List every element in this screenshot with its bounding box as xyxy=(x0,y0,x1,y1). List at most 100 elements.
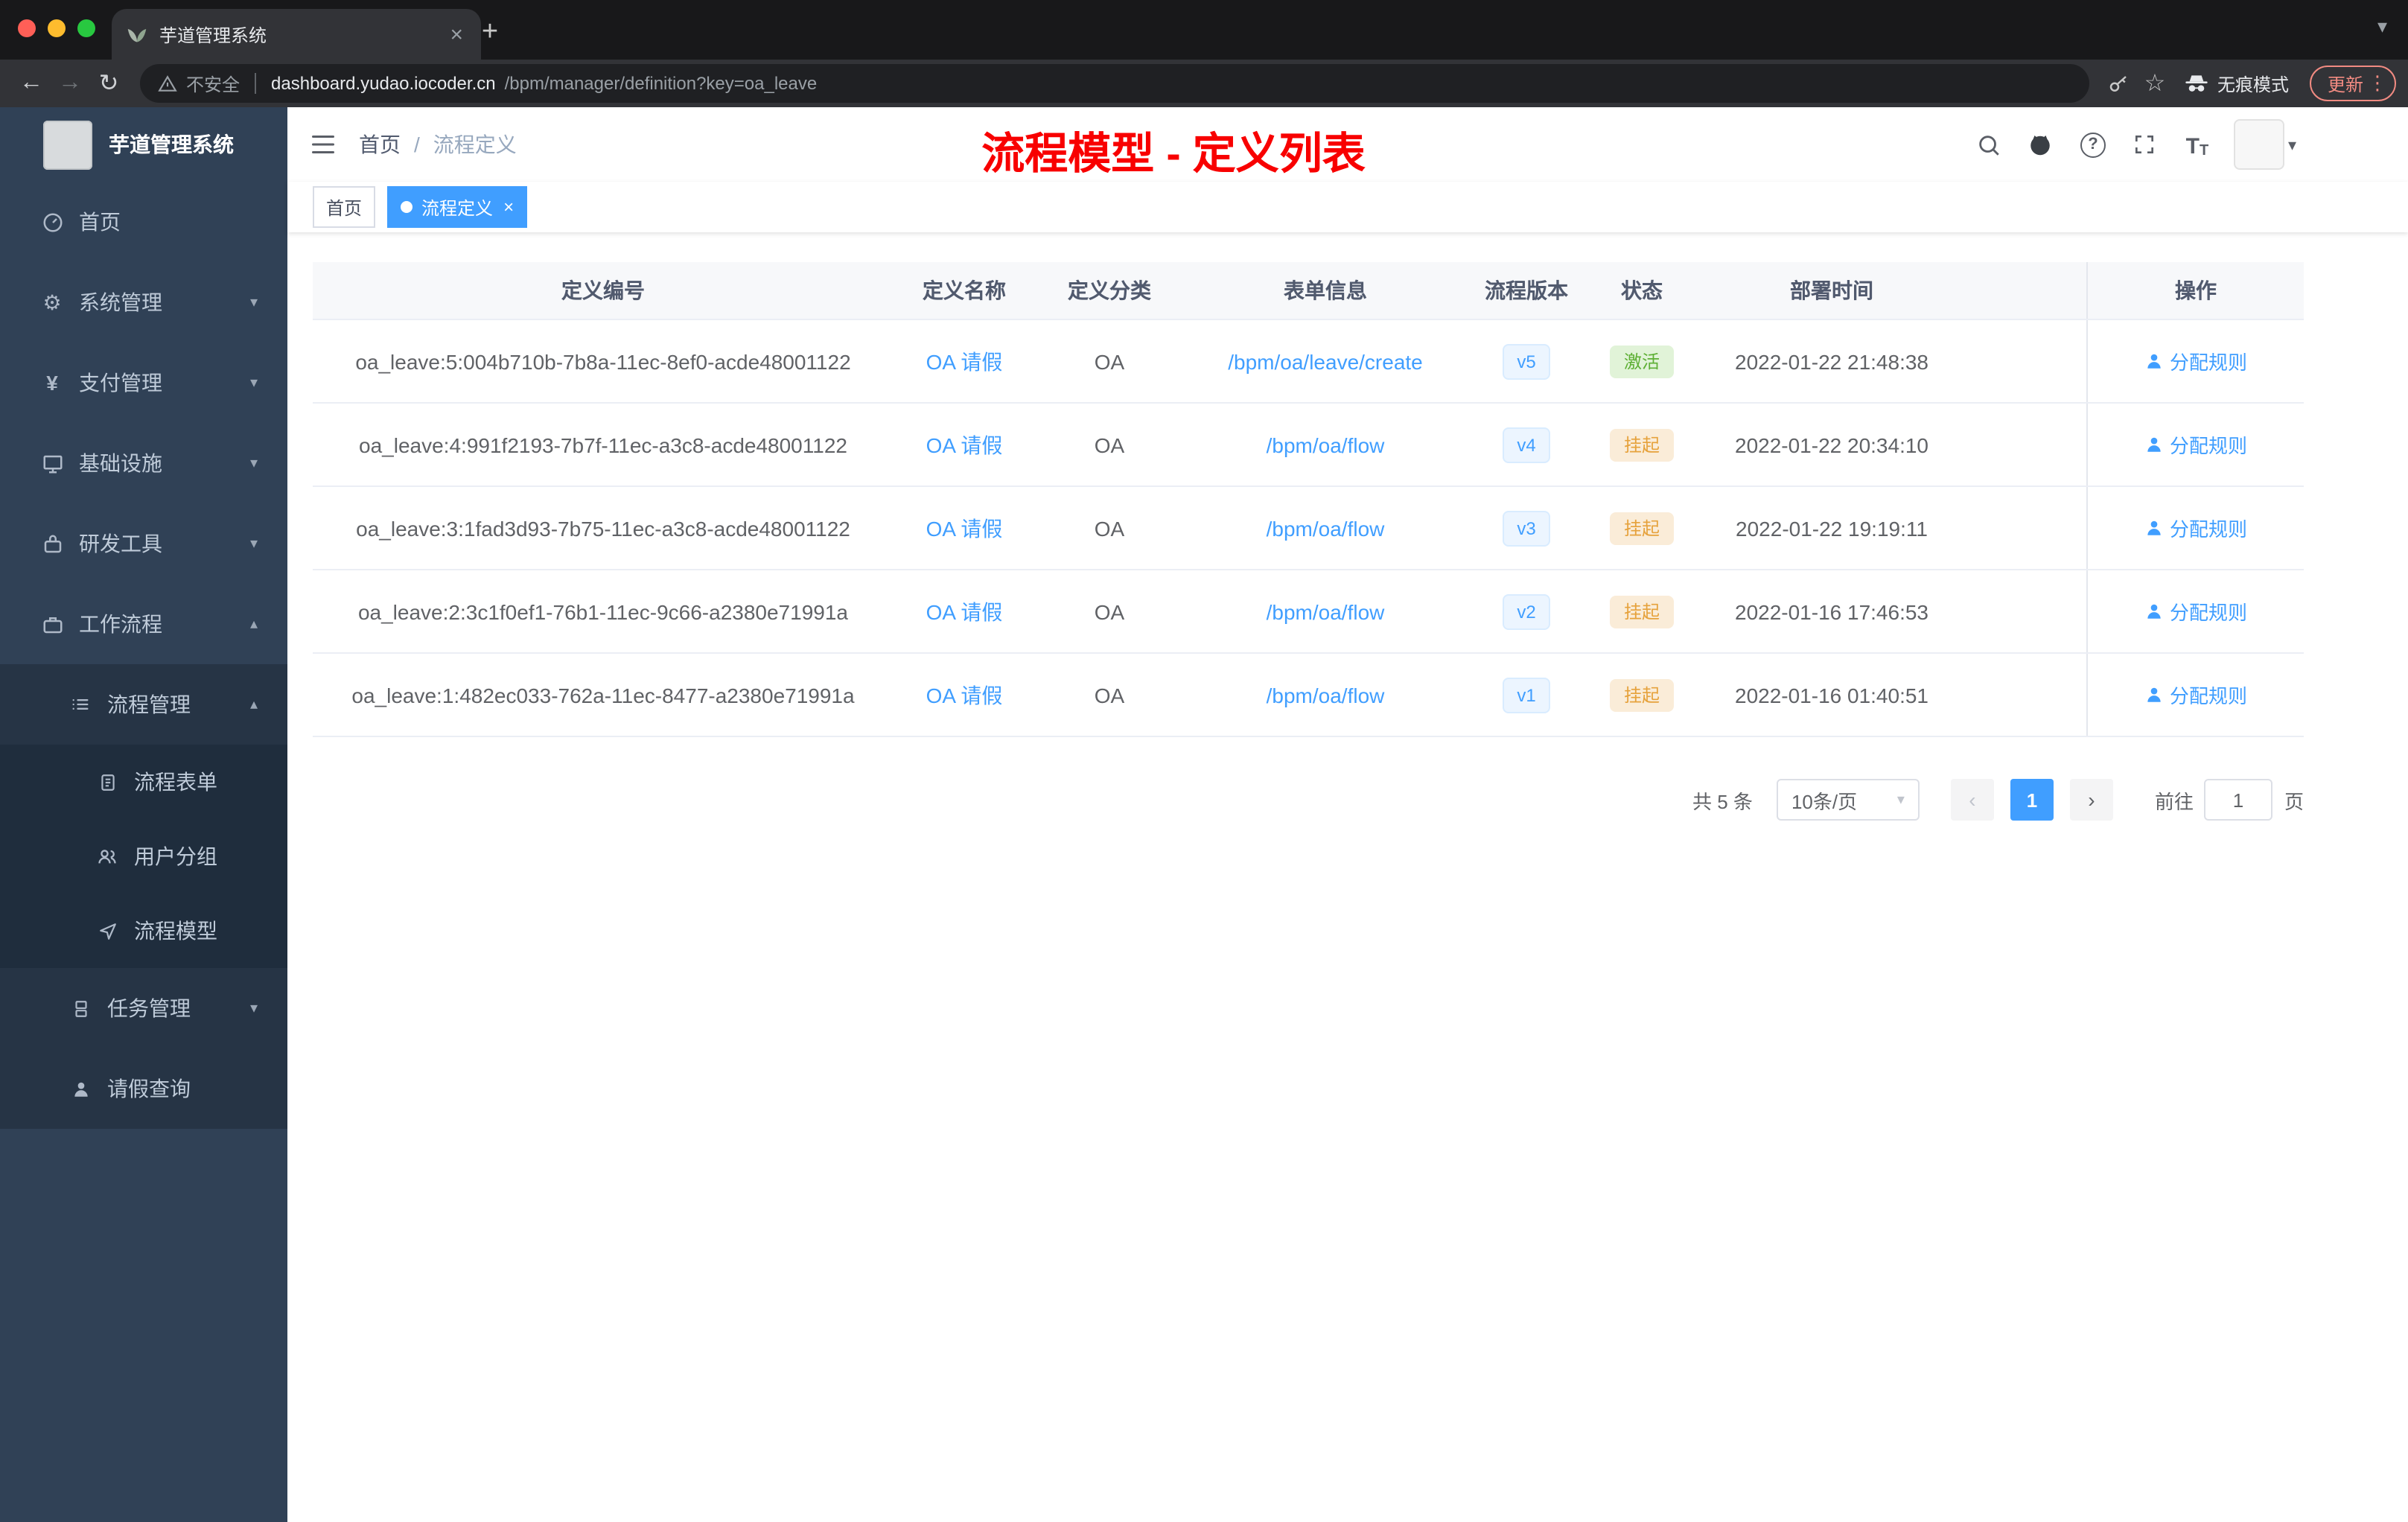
assign-rule-link[interactable]: 分配规则 xyxy=(2144,681,2247,709)
address-bar[interactable]: 不安全 dashboard.yudao.iocoder.cn/bpm/manag… xyxy=(140,64,2089,103)
cell-deployed-at: 2022-01-22 21:48:38 xyxy=(1735,349,1928,373)
window-close-button[interactable] xyxy=(18,19,36,37)
new-tab-button[interactable]: + xyxy=(471,13,509,52)
back-button[interactable]: ← xyxy=(12,64,51,103)
window-zoom-button[interactable] xyxy=(77,19,95,37)
tag-close-icon[interactable]: × xyxy=(503,197,514,217)
version-badge: v4 xyxy=(1502,427,1551,462)
definition-name-link[interactable]: OA 请假 xyxy=(926,683,1003,707)
definition-table: 定义编号 定义名称 定义分类 表单信息 流程版本 状态 部署时间 操作 oa_l… xyxy=(313,262,2304,737)
form-link[interactable]: /bpm/oa/flow xyxy=(1267,599,1385,623)
tab-close-icon[interactable]: × xyxy=(447,22,466,47)
sidebar-item-label: 任务管理 xyxy=(107,996,191,1020)
chevron-up-icon: ▴ xyxy=(249,696,258,713)
browser-tab[interactable]: 芋道管理系统 × xyxy=(112,9,481,60)
sidebar-item-payment[interactable]: ¥ 支付管理 ▾ xyxy=(0,343,287,423)
page-size-select[interactable]: 10条/页 ▾ xyxy=(1776,779,1920,821)
form-link[interactable]: /bpm/oa/flow xyxy=(1267,683,1385,707)
password-key-icon[interactable] xyxy=(2101,66,2137,101)
sidebar-item-label: 研发工具 xyxy=(79,532,162,555)
current-page-button[interactable]: 1 xyxy=(2010,779,2054,821)
cell-category: OA xyxy=(1094,433,1125,456)
github-icon[interactable] xyxy=(2026,130,2056,159)
form-link[interactable]: /bpm/oa/flow xyxy=(1267,433,1385,456)
sidebar-item-home[interactable]: 首页 xyxy=(0,182,287,262)
fullscreen-icon[interactable] xyxy=(2130,130,2160,159)
sidebar-item-user-group[interactable]: 用户分组 xyxy=(0,819,287,894)
incognito-icon xyxy=(2185,73,2208,94)
form-link[interactable]: /bpm/oa/flow xyxy=(1267,516,1385,540)
window-minimize-button[interactable] xyxy=(48,19,66,37)
update-button[interactable]: 更新 ⋮ xyxy=(2309,66,2396,101)
sidebar-item-infra[interactable]: 基础设施 ▾ xyxy=(0,423,287,503)
tab-search-chevron-icon[interactable]: ▾ xyxy=(2377,15,2387,39)
incognito-badge: 无痕模式 xyxy=(2185,71,2289,96)
user-icon xyxy=(66,1079,95,1098)
assign-rule-link[interactable]: 分配规则 xyxy=(2144,347,2247,375)
incognito-label: 无痕模式 xyxy=(2217,74,2289,95)
update-label: 更新 xyxy=(2327,74,2363,95)
goto-page-input[interactable] xyxy=(2203,779,2272,821)
window-controls xyxy=(18,19,95,37)
user-avatar-wrap[interactable]: ▾ xyxy=(2234,119,2296,170)
prev-page-button[interactable]: ‹ xyxy=(1950,779,1994,821)
column-header: 定义分类 xyxy=(1068,278,1151,302)
avatar[interactable] xyxy=(2234,119,2285,170)
definition-name-link[interactable]: OA 请假 xyxy=(926,433,1003,456)
definition-name-link[interactable]: OA 请假 xyxy=(926,599,1003,623)
form-link[interactable]: /bpm/oa/leave/create xyxy=(1228,349,1423,373)
table-row: oa_leave:1:482ec033-762a-11ec-8477-a2380… xyxy=(313,654,2304,737)
definition-name-link[interactable]: OA 请假 xyxy=(926,349,1003,373)
sidebar-toggle-icon[interactable] xyxy=(287,131,359,158)
next-page-button[interactable]: › xyxy=(2069,779,2113,821)
breadcrumb-home[interactable]: 首页 xyxy=(359,130,401,159)
monitor-icon xyxy=(37,452,67,474)
annotation-title: 流程模型 - 定义列表 xyxy=(981,131,1366,179)
tag-home[interactable]: 首页 xyxy=(313,186,376,228)
list-icon xyxy=(66,694,95,715)
tag-process-definition[interactable]: 流程定义 × xyxy=(387,186,528,228)
browser-menu-icon[interactable]: ⋮ xyxy=(2368,71,2387,95)
url-domain: dashboard.yudao.iocoder.cn xyxy=(271,73,496,94)
forward-button[interactable]: → xyxy=(51,64,89,103)
sidebar-item-process-model[interactable]: 流程模型 xyxy=(0,894,287,968)
reload-button[interactable]: ↻ xyxy=(89,64,128,103)
dashboard-icon xyxy=(37,211,67,233)
column-header: 表单信息 xyxy=(1284,278,1367,302)
help-icon[interactable]: ? xyxy=(2078,130,2108,159)
sidebar-item-system[interactable]: ⚙ 系统管理 ▾ xyxy=(0,262,287,343)
version-badge: v5 xyxy=(1502,343,1551,379)
tag-label: 首页 xyxy=(326,197,363,218)
status-badge: 挂起 xyxy=(1610,428,1673,461)
pagination-total: 共 5 条 xyxy=(1692,790,1753,812)
pagination: 共 5 条 10条/页 ▾ ‹ 1 › 前往 页 xyxy=(313,779,2304,821)
sidebar-item-task-management[interactable]: 任务管理 ▾ xyxy=(0,968,287,1048)
sidebar-item-label: 流程表单 xyxy=(134,770,217,794)
breadcrumb-current: 流程定义 xyxy=(433,133,517,156)
column-header: 状态 xyxy=(1621,278,1663,302)
sidebar-item-devtools[interactable]: 研发工具 ▾ xyxy=(0,503,287,584)
definition-name-link[interactable]: OA 请假 xyxy=(926,516,1003,540)
cell-category: OA xyxy=(1094,599,1125,623)
bookmark-star-icon[interactable]: ☆ xyxy=(2137,66,2173,101)
chevron-down-icon: ▾ xyxy=(249,294,258,311)
cell-definition-id: oa_leave:2:3c1f0ef1-76b1-11ec-9c66-a2380… xyxy=(357,599,848,623)
active-tag-dot xyxy=(401,201,413,213)
security-label: 不安全 xyxy=(186,74,241,95)
cell-category: OA xyxy=(1094,349,1125,373)
sidebar-item-workflow[interactable]: 工作流程 ▴ xyxy=(0,584,287,664)
sidebar-item-process-form[interactable]: 流程表单 xyxy=(0,745,287,819)
cell-definition-id: oa_leave:3:1fad3d93-7b75-11ec-a3c8-acde4… xyxy=(356,516,850,540)
assign-rule-link[interactable]: 分配规则 xyxy=(2144,430,2247,459)
status-badge: 挂起 xyxy=(1610,678,1673,711)
sidebar-item-leave-query[interactable]: 请假查询 xyxy=(0,1048,287,1129)
sidebar-item-process-management[interactable]: 流程管理 ▴ xyxy=(0,664,287,745)
app-logo-row[interactable]: 芋道管理系统 xyxy=(0,107,287,182)
search-icon[interactable] xyxy=(1974,130,2004,159)
status-badge: 挂起 xyxy=(1610,512,1673,544)
assign-rule-link[interactable]: 分配规则 xyxy=(2144,514,2247,542)
column-header: 部署时间 xyxy=(1790,278,1873,302)
assign-rule-link[interactable]: 分配规则 xyxy=(2144,597,2247,625)
cell-category: OA xyxy=(1094,516,1125,540)
font-size-icon[interactable]: TT xyxy=(2182,130,2212,159)
